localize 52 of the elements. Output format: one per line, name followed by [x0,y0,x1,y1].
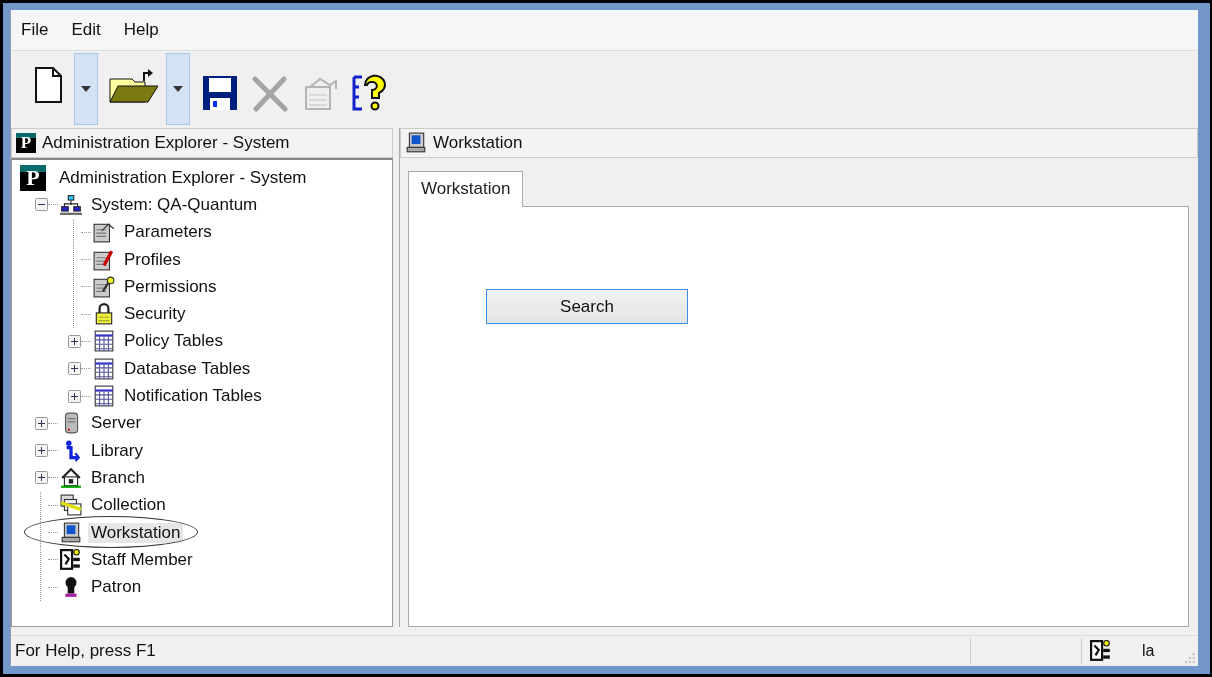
tree-item[interactable]: System: QA-Quantum [88,194,261,215]
tree-item[interactable]: Server [88,413,145,434]
expand-toggle[interactable] [67,334,81,348]
tree-item[interactable]: Database Tables [121,358,254,379]
panel-title: Workstation [433,133,523,153]
tree-item[interactable]: Workstation [88,522,184,543]
logo: P [16,133,36,153]
document-icon [93,248,115,271]
tree-item[interactable]: Parameters [121,222,215,243]
house-icon [60,466,82,489]
computer-icon [60,521,82,544]
caret-icon [81,86,91,92]
tree-item[interactable]: Patron [88,577,145,598]
tree-item[interactable]: Profiles [121,249,184,270]
table-icon [93,330,115,353]
network-icon [60,193,82,216]
tree-item[interactable]: Notification Tables [121,386,265,406]
logo: P [20,164,46,191]
menu-item[interactable]: Edit [71,20,101,40]
expand-toggle[interactable] [67,389,81,403]
size-grip-icon[interactable] [1184,652,1196,664]
document-icon [93,221,115,244]
table-icon [93,385,115,407]
staff-icon [1090,640,1112,662]
staff-icon [60,548,82,571]
expand-toggle[interactable] [67,362,81,376]
panel-title: Administration Explorer - System [42,133,290,153]
tree-item[interactable]: Library [88,440,146,461]
cross-icon [250,73,290,113]
computer-icon [405,132,427,154]
tab[interactable]: Workstation [408,171,524,207]
status-text: For Help, press F1 [14,641,157,661]
document-icon [93,275,115,298]
tree-item[interactable]: Administration Explorer - System [56,167,310,188]
expand-toggle[interactable] [34,471,48,485]
stacked-cards-icon [60,494,82,517]
table-icon [93,357,115,380]
padlock-icon [93,303,115,326]
status-indicator: la [1142,642,1155,660]
tree-item[interactable]: Collection [88,495,169,516]
tree-item[interactable]: Security [121,304,189,325]
menu-item[interactable]: Help [123,20,159,40]
menu-item[interactable]: File [21,20,49,40]
expand-toggle[interactable] [34,444,48,458]
search-button[interactable]: Search [486,289,688,324]
tree-item[interactable]: Permissions [121,276,220,297]
collapse-toggle[interactable] [34,198,48,212]
expand-toggle[interactable] [34,416,48,430]
tree-item[interactable]: Staff Member [88,549,196,570]
tree-item[interactable]: Branch [88,467,148,488]
caret-icon [173,86,183,92]
tree-item[interactable]: Policy Tables [121,331,226,352]
